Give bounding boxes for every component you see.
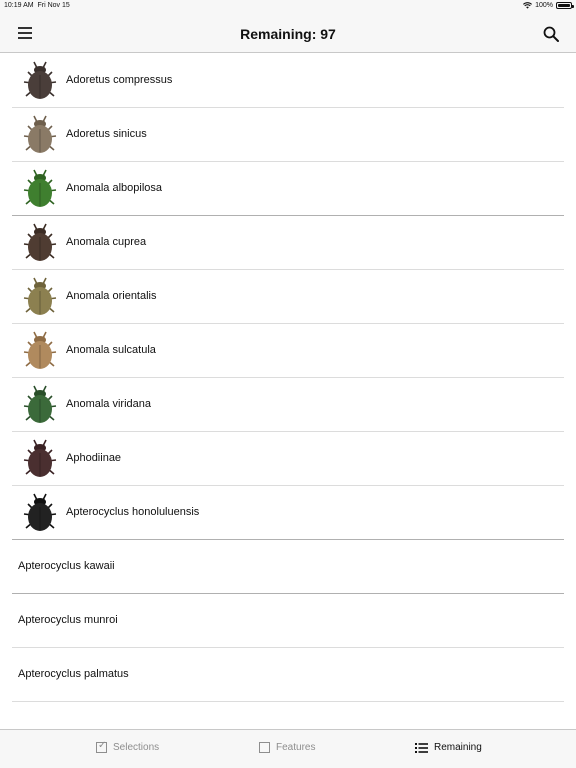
- status-bar: 10:19 AM Fri Nov 15 100%: [0, 0, 576, 12]
- species-list[interactable]: Adoretus compressus Adoretus sinicus Anoma…: [0, 54, 576, 730]
- list-item-label: Apterocyclus honoluluensis: [66, 506, 200, 518]
- beetle-thumbnail-icon: [23, 223, 57, 261]
- list-item[interactable]: Apterocyclus kawaii: [12, 540, 564, 594]
- status-time-date: 10:19 AM Fri Nov 15: [4, 2, 70, 9]
- beetle-thumbnail-icon: [23, 61, 57, 99]
- list-item[interactable]: Adoretus sinicus: [12, 108, 564, 162]
- tab-remaining-label: Remaining: [434, 742, 482, 753]
- list-item[interactable]: Apterocyclus munroi: [12, 594, 564, 648]
- list-item-label: Anomala viridana: [66, 398, 151, 410]
- checkbox-empty-icon: [259, 742, 270, 753]
- list-item[interactable]: Anomala viridana: [12, 378, 564, 432]
- list-item[interactable]: Anomala sulcatula: [12, 324, 564, 378]
- beetle-thumbnail-icon: [23, 439, 57, 477]
- list-icon: [415, 742, 428, 753]
- list-item[interactable]: [12, 702, 564, 730]
- tab-features-label: Features: [276, 742, 316, 753]
- beetle-thumbnail-icon: [23, 331, 57, 369]
- beetle-thumbnail-icon: [23, 169, 57, 207]
- search-icon[interactable]: [543, 26, 559, 42]
- list-item-label: Anomala albopilosa: [66, 182, 163, 194]
- list-item-label: Apterocyclus munroi: [18, 614, 118, 626]
- list-item-label: Adoretus compressus: [66, 74, 173, 86]
- list-item[interactable]: Apterocyclus palmatus: [12, 648, 564, 702]
- tab-bar: Selections Features Remaining: [0, 729, 576, 768]
- page-title: Remaining: 97: [240, 26, 336, 42]
- beetle-thumbnail-icon: [23, 385, 57, 423]
- tab-selections-label: Selections: [113, 742, 160, 753]
- status-right: 100%: [523, 2, 574, 9]
- tab-remaining[interactable]: Remaining: [415, 742, 482, 753]
- list-item[interactable]: Anomala albopilosa: [12, 162, 564, 216]
- list-item-label: Apterocyclus kawaii: [18, 560, 115, 572]
- status-date: Fri Nov 15: [37, 2, 70, 9]
- battery-percent: 100%: [535, 2, 553, 9]
- list-item[interactable]: Adoretus compressus: [12, 54, 564, 108]
- list-item[interactable]: Anomala orientalis: [12, 270, 564, 324]
- list-item-label: Anomala orientalis: [66, 290, 157, 302]
- navigation-bar: Remaining: 97: [0, 12, 576, 53]
- checkbox-checked-icon: [96, 740, 107, 753]
- wifi-icon: [523, 2, 533, 9]
- list-item-label: Apterocyclus palmatus: [18, 668, 129, 680]
- list-item-label: Adoretus sinicus: [66, 128, 147, 140]
- tab-features[interactable]: Features: [259, 742, 315, 753]
- list-item-label: Anomala sulcatula: [66, 344, 156, 356]
- list-item[interactable]: Aphodiinae: [12, 432, 564, 486]
- beetle-thumbnail-icon: [23, 493, 57, 531]
- list-item[interactable]: Anomala cuprea: [12, 216, 564, 270]
- beetle-thumbnail-icon: [23, 115, 57, 153]
- status-time: 10:19 AM: [4, 2, 34, 9]
- beetle-thumbnail-icon: [23, 277, 57, 315]
- list-item-label: Aphodiinae: [66, 452, 122, 464]
- tab-selections[interactable]: Selections: [96, 740, 160, 753]
- list-item-label: Anomala cuprea: [66, 236, 147, 248]
- battery-icon: [556, 2, 574, 9]
- list-item[interactable]: Apterocyclus honoluluensis: [12, 486, 564, 540]
